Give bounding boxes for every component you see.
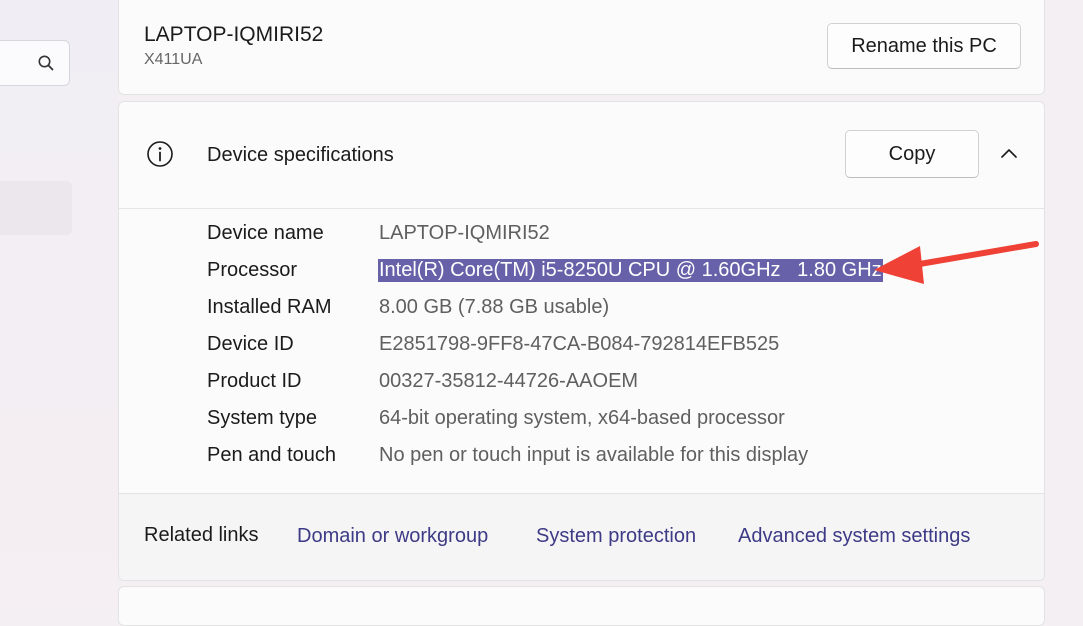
annotation-arrow-icon [874, 241, 1039, 284]
device-specifications-card: Device specifications Copy Device name L… [118, 101, 1045, 581]
spec-label: Device name [207, 222, 324, 244]
next-card [118, 586, 1045, 626]
rename-pc-button[interactable]: Rename this PC [827, 23, 1021, 69]
pc-name-card: LAPTOP-IQMIRI52 X411UA Rename this PC [118, 0, 1045, 95]
spec-label: Device ID [207, 333, 294, 355]
spec-value: E2851798-9FF8-47CA-B084-792814EFB525 [379, 333, 780, 355]
search-icon[interactable] [37, 54, 55, 72]
spec-label: Pen and touch [207, 444, 336, 466]
spec-value: No pen or touch input is available for t… [379, 444, 809, 466]
related-links-title: Related links [144, 524, 259, 546]
pc-model: X411UA [144, 51, 203, 68]
spec-label: System type [207, 407, 318, 429]
related-links-bar: Related links Domain or workgroup System… [119, 493, 1044, 580]
spec-value: 64-bit operating system, x64-based proce… [379, 407, 785, 429]
advanced-system-settings-link[interactable]: Advanced system settings [738, 525, 970, 548]
pc-name: LAPTOP-IQMIRI52 [144, 23, 324, 46]
navigation-pane [0, 0, 118, 609]
spec-value-selected[interactable]: Intel(R) Core(TM) i5-8250U CPU @ 1.60GHz… [378, 259, 883, 282]
spec-label: Product ID [207, 370, 302, 392]
system-protection-link[interactable]: System protection [536, 525, 696, 548]
device-specifications-title: Device specifications [207, 144, 394, 166]
nav-item-selected[interactable] [0, 181, 72, 235]
spec-value: 8.00 GB (7.88 GB usable) [379, 296, 610, 318]
copy-button[interactable]: Copy [845, 130, 979, 178]
search-box[interactable] [0, 40, 70, 86]
spec-value: 00327-35812-44726-AAOEM [379, 370, 639, 392]
spec-label: Processor [207, 259, 298, 281]
spec-label: Installed RAM [207, 296, 332, 318]
info-icon [147, 141, 173, 167]
spec-value: LAPTOP-IQMIRI52 [379, 222, 550, 244]
chevron-up-icon[interactable] [999, 146, 1019, 160]
device-specifications-header[interactable]: Device specifications Copy [119, 102, 1044, 209]
domain-or-workgroup-link[interactable]: Domain or workgroup [297, 525, 488, 548]
